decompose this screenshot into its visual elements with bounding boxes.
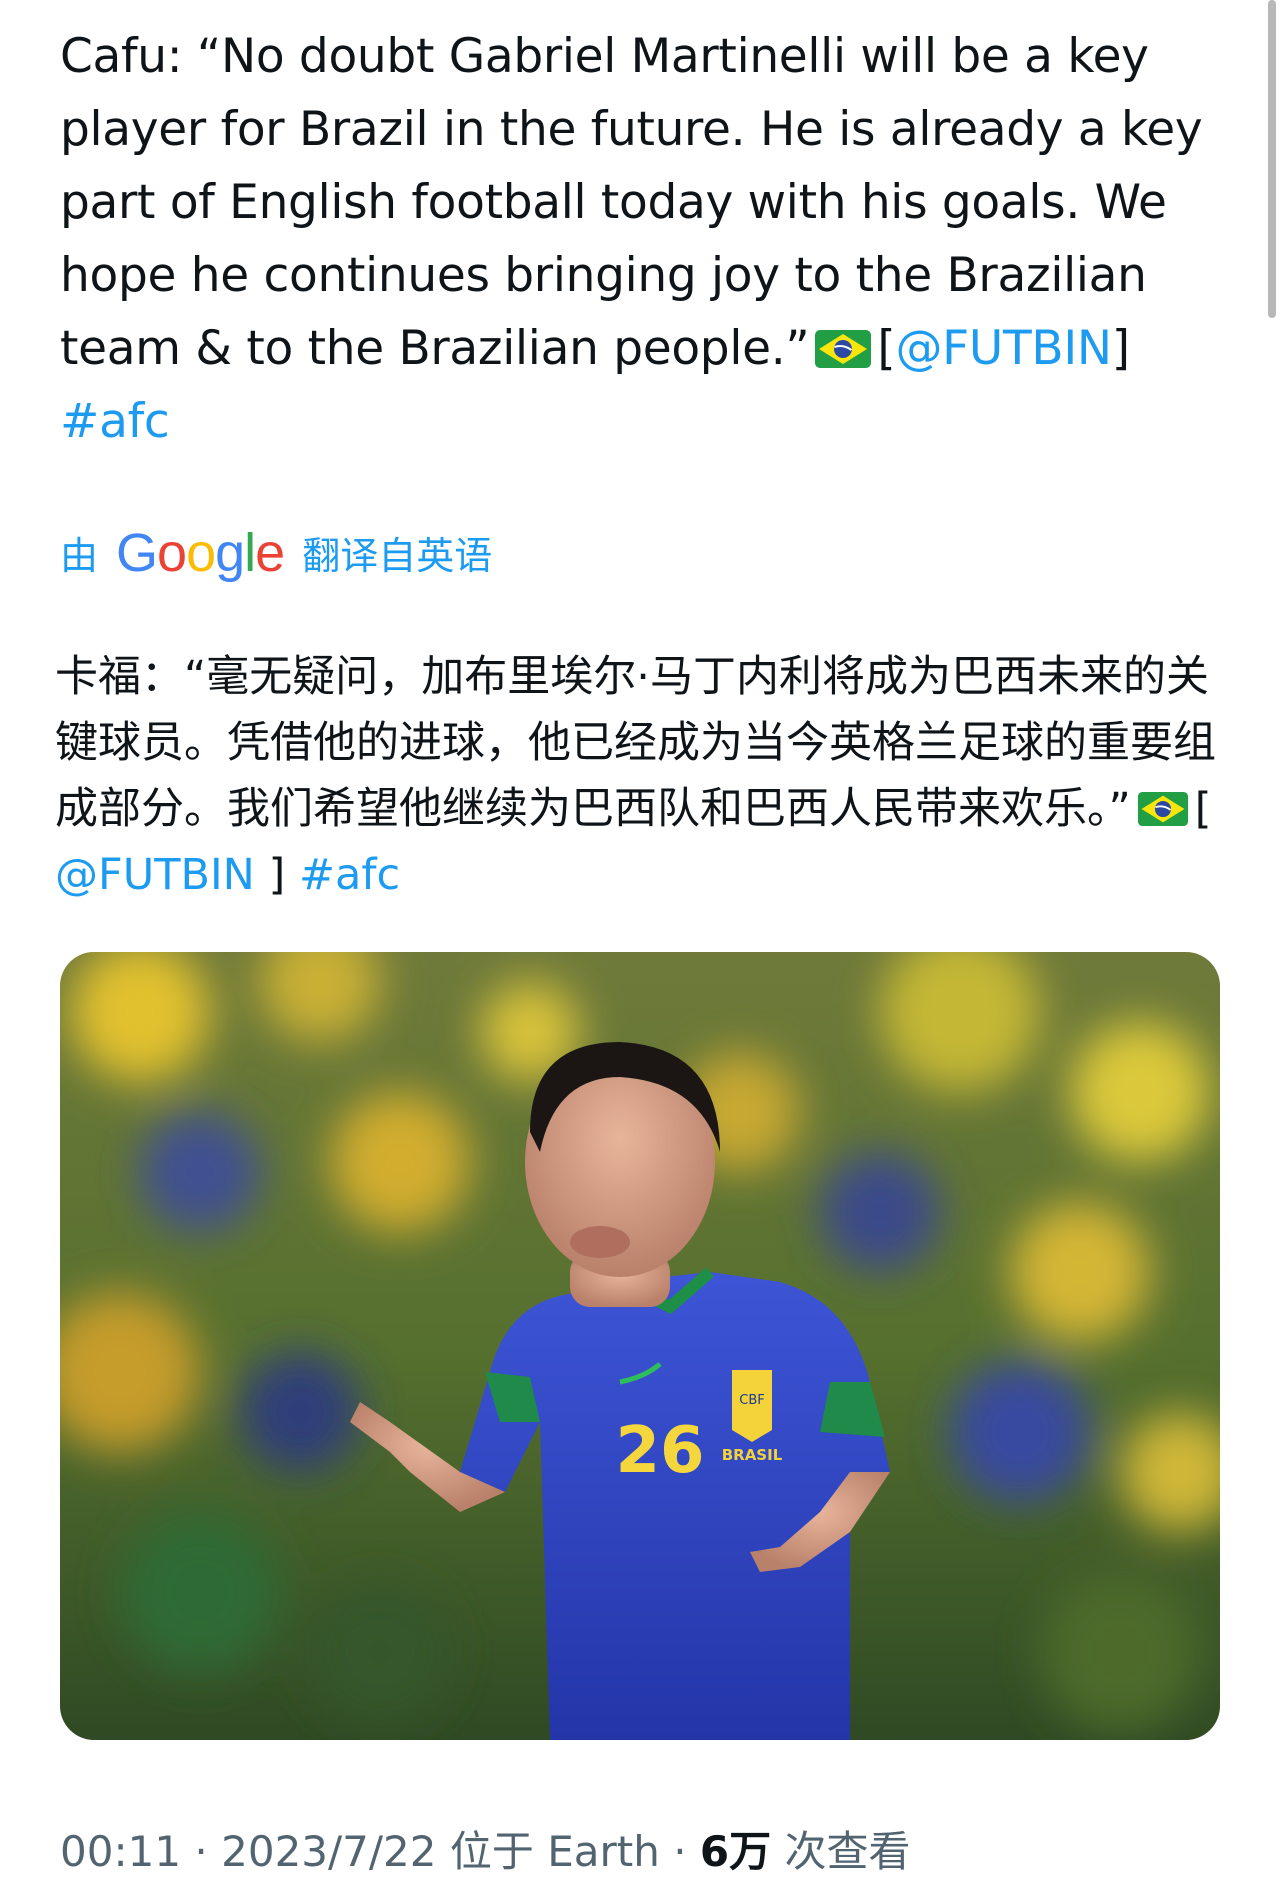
- mention-link[interactable]: @FUTBIN: [55, 850, 255, 900]
- jersey-badge-text: CBF: [739, 1393, 764, 1408]
- tweet-date[interactable]: 2023/7/22: [221, 1827, 436, 1876]
- meta-separator: ·: [194, 1827, 208, 1876]
- tweet-time[interactable]: 00:11: [60, 1827, 181, 1876]
- google-logo: Google: [116, 522, 285, 583]
- translation-prefix: 由: [60, 534, 99, 578]
- tweet-location: 位于 Earth: [449, 1827, 660, 1876]
- jersey-brand-text: BRASIL: [722, 1446, 783, 1464]
- bracket-close: ]: [268, 850, 286, 900]
- translated-text: 卡福：“毫无疑问，加布里埃尔·马丁内利将成为巴西未来的关键球员。凭借他的进球，他…: [55, 644, 1245, 908]
- views-count[interactable]: 6万: [700, 1827, 771, 1876]
- translation-suffix: 翻译自英语: [302, 534, 493, 578]
- mention-link[interactable]: @FUTBIN: [895, 321, 1112, 376]
- shirt-number: 26: [615, 1414, 704, 1488]
- tweet-meta: 00:11 · 2023/7/22 位于 Earth · 6万 次查看: [60, 1818, 911, 1879]
- brazil-flag-icon: [1137, 792, 1189, 826]
- hashtag-link[interactable]: #afc: [299, 850, 400, 900]
- tweet-photo[interactable]: CBF BRASIL 26: [60, 952, 1220, 1740]
- bracket-open: [: [1194, 784, 1212, 834]
- hashtag-link[interactable]: #afc: [60, 394, 170, 449]
- bracket-close: ]: [1111, 321, 1130, 376]
- meta-separator: ·: [673, 1827, 687, 1876]
- tweet-text: Cafu: “No doubt Gabriel Martinelli will …: [60, 20, 1220, 458]
- translated-text-main: 卡福：“毫无疑问，加布里埃尔·马丁内利将成为巴西未来的关键球员。凭借他的进球，他…: [55, 652, 1216, 834]
- views-label: 次查看: [784, 1827, 911, 1876]
- tweet-body: Cafu: “No doubt Gabriel Martinelli will …: [55, 20, 1220, 1876]
- bracket-open: [: [877, 321, 896, 376]
- scrollbar[interactable]: [1268, 0, 1276, 318]
- brazil-flag-icon: [815, 330, 872, 368]
- translation-attribution[interactable]: 由 Google 翻译自英语: [60, 525, 492, 580]
